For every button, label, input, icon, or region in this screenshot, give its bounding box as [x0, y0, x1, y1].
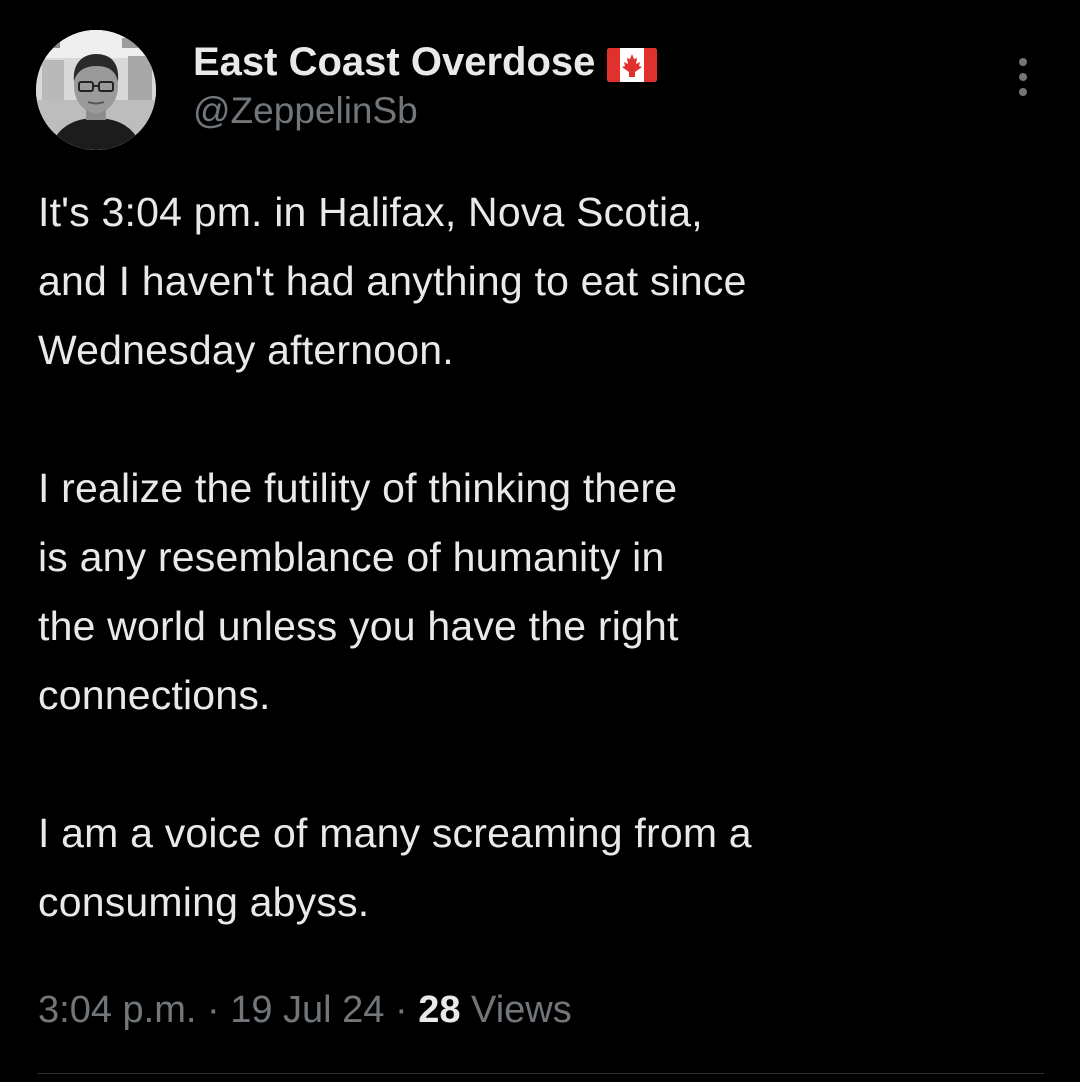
- author-display-name[interactable]: East Coast Overdose: [193, 38, 595, 86]
- views-label[interactable]: Views: [461, 989, 572, 1031]
- meta-separator: ·: [196, 989, 231, 1031]
- tweet-text: It's 3:04 pm. in Halifax, Nova Scotia, a…: [38, 189, 752, 925]
- tweet-date[interactable]: 19 Jul 24: [230, 989, 384, 1031]
- author-handle[interactable]: @ZeppelinSb: [193, 86, 657, 136]
- divider: [38, 1073, 1044, 1074]
- tweet-meta: 3:04 p.m. · 19 Jul 24 · 28 Views: [38, 982, 572, 1038]
- canada-flag-icon: [607, 45, 658, 82]
- tweet-time[interactable]: 3:04 p.m.: [38, 989, 196, 1031]
- tweet-container: East Coast Overdose @ZeppelinSb It's 3:0…: [0, 0, 1080, 1082]
- author-names: East Coast Overdose @ZeppelinSb: [193, 38, 658, 136]
- author-display-name-row[interactable]: East Coast Overdose: [193, 38, 658, 86]
- meta-separator: ·: [384, 989, 419, 1031]
- avatar-image: [36, 30, 156, 150]
- tweet-header: East Coast Overdose @ZeppelinSb: [36, 30, 1046, 150]
- avatar[interactable]: [36, 30, 156, 150]
- more-vertical-icon[interactable]: [1012, 56, 1034, 100]
- views-count[interactable]: 28: [418, 989, 460, 1031]
